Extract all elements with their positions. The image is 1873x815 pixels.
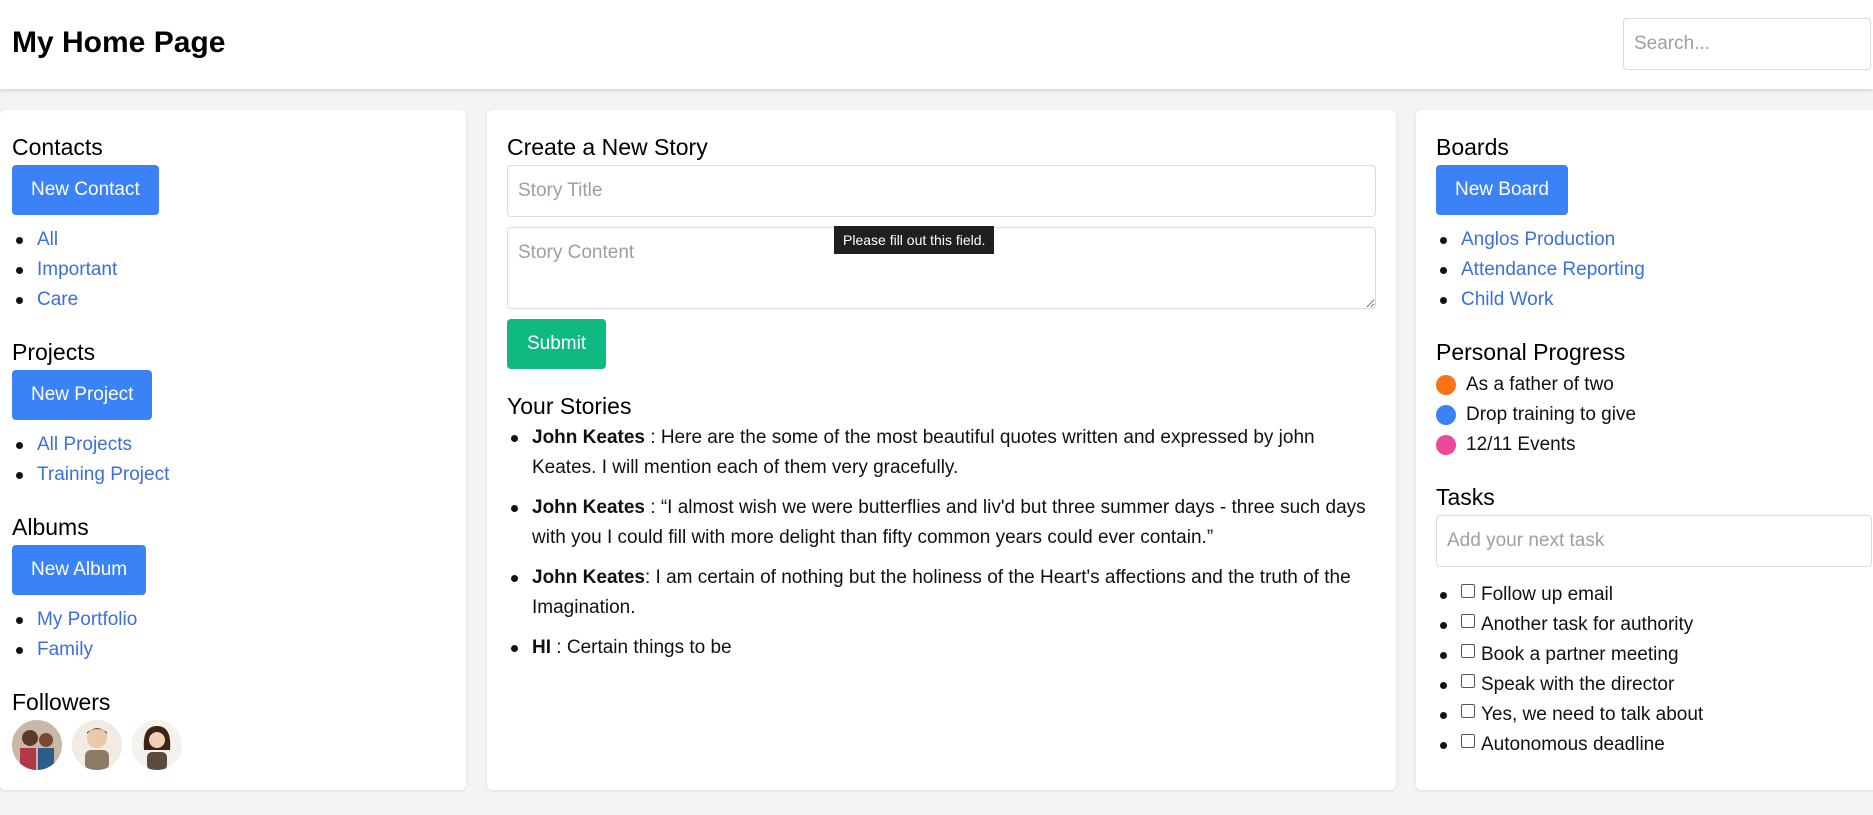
task-label: Book a partner meeting (1481, 644, 1679, 665)
task-checkbox[interactable] (1461, 613, 1475, 628)
list-item: My Portfolio (12, 605, 137, 635)
story-author: HI (532, 637, 551, 658)
albums-link-portfolio[interactable]: My Portfolio (37, 609, 137, 630)
list-item: Training Project (12, 460, 169, 490)
task-checkbox[interactable] (1461, 673, 1475, 688)
task-checkbox[interactable] (1461, 733, 1475, 748)
avatar-3-icon (132, 720, 182, 770)
list-item: Family (12, 635, 137, 665)
story-item: HI : Certain things to be (507, 633, 1367, 663)
story-separator: : (644, 497, 661, 518)
stories-list: John Keates : Here are the some of the m… (507, 423, 1367, 673)
avatar-1-icon (12, 720, 62, 770)
task-label: Speak with the director (1481, 674, 1675, 695)
story-text: Certain things to be (566, 637, 732, 658)
task-item: Book a partner meeting (1436, 640, 1703, 670)
story-item: John Keates : Here are the some of the m… (507, 423, 1367, 483)
task-checkbox[interactable] (1461, 703, 1475, 718)
follower-avatar[interactable] (72, 720, 122, 770)
story-author: John Keates (532, 497, 645, 518)
status-dot-icon (1436, 435, 1456, 455)
left-sidebar: Contacts New Contact All Important Care … (0, 110, 466, 790)
task-checkbox[interactable] (1461, 643, 1475, 658)
status-dot-icon (1436, 405, 1456, 425)
list-item: All Projects (12, 430, 169, 460)
main-content: Create a New Story Please fill out this … (487, 110, 1396, 790)
top-bar: My Home Page (0, 0, 1873, 89)
projects-link-all[interactable]: All Projects (37, 434, 132, 455)
story-separator: : (644, 427, 661, 448)
contacts-link-care[interactable]: Care (37, 289, 78, 310)
list-item: All (12, 225, 117, 255)
list-item: Important (12, 255, 117, 285)
search-input[interactable] (1623, 18, 1871, 70)
story-title-input[interactable] (507, 165, 1376, 217)
albums-heading: Albums (12, 514, 89, 540)
follower-avatar[interactable] (132, 720, 182, 770)
list-item: Care (12, 285, 117, 315)
albums-list: My Portfolio Family (12, 605, 137, 665)
submit-button[interactable]: Submit (507, 319, 607, 369)
contacts-list: All Important Care (12, 225, 117, 315)
story-text: I am certain of nothing but the holiness… (532, 567, 1351, 618)
task-label: Another task for authority (1481, 614, 1694, 635)
story-item: John Keates: I am certain of nothing but… (507, 563, 1367, 623)
task-item: Yes, we need to talk about (1436, 700, 1703, 730)
story-item: John Keates : “I almost wish we were but… (507, 493, 1367, 553)
task-label: Yes, we need to talk about (1481, 704, 1704, 725)
follower-avatar[interactable] (12, 720, 62, 770)
albums-link-family[interactable]: Family (37, 639, 93, 660)
story-author: John Keates (532, 427, 645, 448)
status-dot-icon (1436, 375, 1456, 395)
story-author: John Keates (532, 567, 645, 588)
new-contact-button[interactable]: New Contact (12, 165, 159, 215)
task-label: Follow up email (1481, 584, 1613, 605)
create-story-heading: Create a New Story (507, 134, 708, 160)
board-link-child-work[interactable]: Child Work (1461, 289, 1554, 310)
new-board-button[interactable]: New Board (1436, 165, 1568, 215)
progress-label: As a father of two (1466, 374, 1614, 395)
projects-link-training[interactable]: Training Project (37, 464, 169, 485)
right-sidebar: Boards New Board Anglos Production Atten… (1416, 110, 1873, 790)
task-item: Follow up email (1436, 580, 1703, 610)
new-project-button[interactable]: New Project (12, 370, 153, 420)
contacts-heading: Contacts (12, 134, 103, 160)
contacts-link-all[interactable]: All (37, 229, 58, 250)
boards-list: Anglos Production Attendance Reporting C… (1436, 225, 1645, 315)
list-item: Child Work (1436, 285, 1645, 315)
page-title: My Home Page (12, 26, 226, 59)
avatar-2-icon (72, 720, 122, 770)
task-checkbox[interactable] (1461, 583, 1475, 598)
progress-label: Drop training to give (1466, 404, 1637, 425)
validation-tooltip: Please fill out this field. (834, 226, 995, 254)
add-task-input[interactable] (1436, 515, 1872, 567)
tasks-list: Follow up email Another task for authori… (1436, 580, 1703, 760)
list-item: Anglos Production (1436, 225, 1645, 255)
task-item: Another task for authority (1436, 610, 1703, 640)
your-stories-heading: Your Stories (507, 393, 632, 419)
tasks-heading: Tasks (1436, 484, 1495, 510)
projects-heading: Projects (12, 339, 96, 365)
task-item: Speak with the director (1436, 670, 1703, 700)
task-item: Autonomous deadline (1436, 730, 1703, 760)
board-link-attendance[interactable]: Attendance Reporting (1461, 259, 1645, 280)
task-label: Autonomous deadline (1481, 734, 1665, 755)
followers-heading: Followers (12, 689, 111, 715)
personal-progress-heading: Personal Progress (1436, 339, 1626, 365)
list-item: Attendance Reporting (1436, 255, 1645, 285)
story-separator: : (551, 637, 567, 658)
new-album-button[interactable]: New Album (12, 545, 147, 595)
board-link-anglos[interactable]: Anglos Production (1461, 229, 1615, 250)
boards-heading: Boards (1436, 134, 1509, 160)
progress-label: 12/11 Events (1466, 434, 1576, 455)
projects-list: All Projects Training Project (12, 430, 169, 490)
contacts-link-important[interactable]: Important (37, 259, 117, 280)
story-separator: : (644, 567, 656, 588)
